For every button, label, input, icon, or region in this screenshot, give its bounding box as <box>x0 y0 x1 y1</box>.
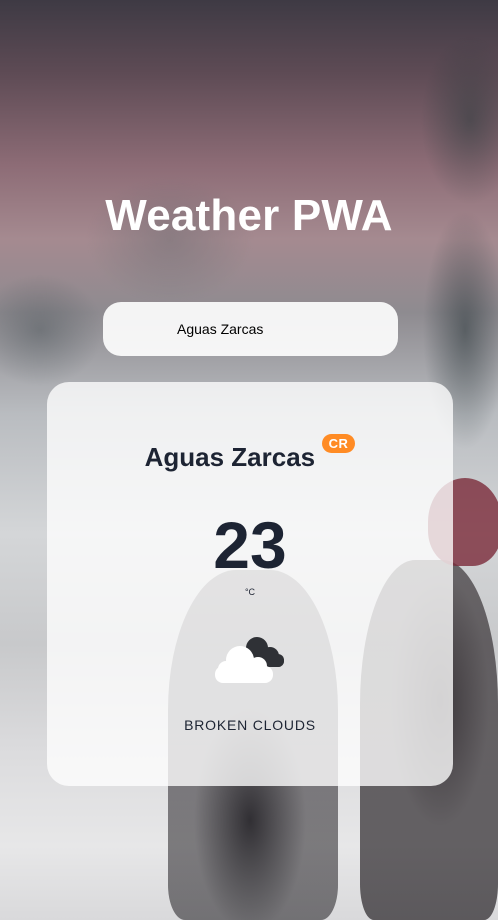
city-search-input[interactable] <box>103 302 398 356</box>
weather-card: Aguas Zarcas CR 23 °C BROKEN CLOUDS <box>47 382 453 786</box>
city-name: Aguas Zarcas <box>144 442 316 472</box>
temperature-unit: °C <box>244 587 256 597</box>
city-row: Aguas Zarcas CR <box>47 433 453 473</box>
broken-clouds-icon <box>215 637 284 683</box>
weather-description: BROKEN CLOUDS <box>184 717 316 733</box>
country-badge: CR <box>321 433 356 453</box>
app-title: Weather PWA <box>105 191 393 240</box>
temperature-value: 23 <box>213 508 287 582</box>
